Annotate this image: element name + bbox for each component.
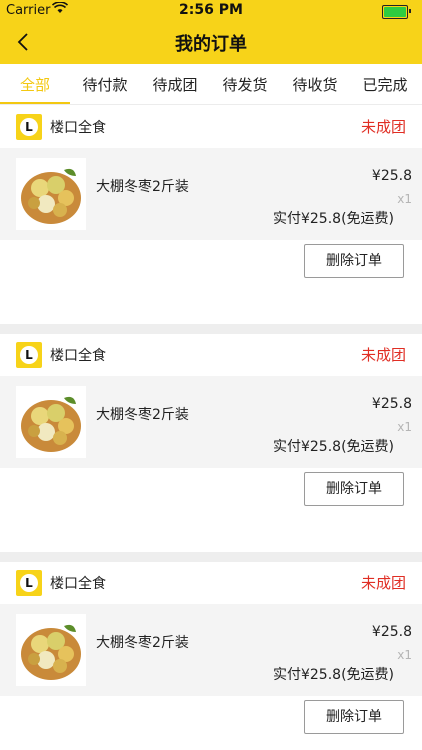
delete-order-button[interactable]: 删除订单 [304,472,404,506]
delete-order-button[interactable]: 删除订单 [304,244,404,278]
page-title: 我的订单 [175,34,247,55]
tab-pending-payment[interactable]: 待付款 [70,64,140,104]
product-name: 大棚冬枣2斤装 [96,635,189,651]
status-badge: 未成团 [360,346,406,364]
product-image [16,614,86,686]
divider [0,324,422,334]
shop-row[interactable]: L 楼口全食 未成团 [0,562,422,604]
battery-icon [382,5,411,19]
order-total: 实付¥25.8(免运费) [272,439,394,455]
shop-name: 楼口全食 [50,348,106,364]
order-total: 实付¥25.8(免运费) [272,211,394,227]
product-name: 大棚冬枣2斤装 [96,407,189,423]
delete-order-button[interactable]: 删除订单 [304,700,404,734]
product-name: 大棚冬枣2斤装 [96,179,189,195]
shop-row[interactable]: L 楼口全食 未成团 [0,106,422,148]
product-price: ¥25.8 [371,168,412,184]
tab-pending-receipt[interactable]: 待收货 [280,64,350,104]
shop-logo: L [16,570,42,596]
shop-name: 楼口全食 [50,576,106,592]
header: Carrier 2:56 PM 我的订单 [0,0,422,64]
status-badge: 未成团 [360,574,406,592]
clock: 2:56 PM [179,2,243,18]
product-price: ¥25.8 [371,624,412,640]
divider [0,552,422,562]
product-price: ¥25.8 [371,396,412,412]
tab-completed[interactable]: 已完成 [350,64,420,104]
shop-name: 楼口全食 [50,120,106,136]
product-quantity: x1 [397,420,412,434]
product-image [16,386,86,458]
shop-row[interactable]: L 楼口全食 未成团 [0,334,422,376]
order-tabs: 全部 待付款 待成团 待发货 待收货 已完成 [0,64,422,105]
tab-pending-group[interactable]: 待成团 [140,64,210,104]
order-card: L 楼口全食 未成团 大棚冬枣2斤装 ¥25.8 x1 实付¥25.8(免运费)… [0,334,422,552]
shop-logo: L [16,114,42,140]
tab-all[interactable]: 全部 [0,64,70,104]
product-quantity: x1 [397,648,412,662]
order-card: L 楼口全食 未成团 大棚冬枣2斤装 ¥25.8 x1 实付¥25.8(免运费)… [0,106,422,324]
product-quantity: x1 [397,192,412,206]
status-bar: Carrier 2:56 PM [0,0,422,22]
tab-pending-shipment[interactable]: 待发货 [210,64,280,104]
product-image [16,158,86,230]
order-card: L 楼口全食 未成团 大棚冬枣2斤装 ¥25.8 x1 实付¥25.8(免运费)… [0,562,422,750]
order-total: 实付¥25.8(免运费) [272,667,394,683]
shop-logo: L [16,342,42,368]
status-badge: 未成团 [360,118,406,136]
